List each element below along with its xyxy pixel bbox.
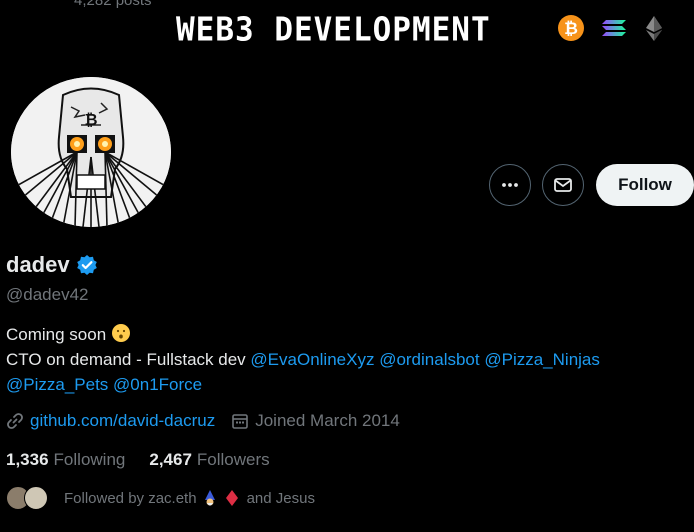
profile-avatar[interactable]: ₿	[6, 72, 176, 232]
posts-count: 4,282 posts	[74, 0, 152, 9]
more-dots-icon	[502, 183, 518, 187]
ethereum-icon	[646, 16, 662, 41]
verified-badge-icon[interactable]	[76, 254, 98, 276]
mention-pizza-ninjas[interactable]: @Pizza_Ninjas	[484, 350, 600, 369]
message-button[interactable]	[542, 164, 584, 206]
followed-by-and: and Jesus	[246, 489, 315, 507]
followed-by-text: Followed by zac.eth	[64, 489, 197, 507]
diamond-suit-icon	[225, 490, 238, 506]
profile-page: 4,282 posts WEB3 DEVELOPMENT ₿ ₿ Follow …	[0, 0, 694, 532]
profile-bio: Coming soon CTO on demand - Fullstack de…	[6, 322, 686, 397]
mention-evaonlinexyz[interactable]: @EvaOnlineXyz	[250, 350, 374, 369]
shushing-face-icon	[111, 324, 130, 342]
profile-meta: github.com/david-dacruz Joined March 201…	[6, 411, 400, 431]
solana-icon	[602, 20, 626, 36]
mention-0n1force[interactable]: @0n1Force	[113, 375, 202, 394]
wizard-icon	[204, 490, 215, 506]
bio-line-2: CTO on demand - Fullstack dev @EvaOnline…	[6, 347, 686, 397]
calendar-icon	[232, 414, 249, 429]
followers-count: 2,467	[149, 450, 192, 469]
skull-artwork: ₿	[11, 77, 171, 227]
website-link[interactable]: github.com/david-dacruz	[30, 411, 215, 431]
display-name: dadev	[6, 252, 70, 277]
following-link[interactable]: 1,336 Following	[6, 450, 125, 470]
followed-by[interactable]: Followed by zac.eth and Jesus	[6, 486, 315, 510]
svg-text:₿: ₿	[564, 19, 578, 39]
bio-role: CTO on demand - Fullstack dev	[6, 350, 246, 369]
following-label: Following	[53, 450, 126, 469]
envelope-icon	[554, 178, 572, 192]
follower-avatar	[24, 486, 48, 510]
svg-text:₿: ₿	[84, 110, 97, 129]
avatar-image: ₿	[11, 77, 171, 227]
followers-link[interactable]: 2,467 Followers	[149, 450, 269, 470]
follow-button[interactable]: Follow	[596, 164, 694, 206]
followers-label: Followers	[196, 450, 270, 469]
link-icon	[7, 413, 23, 429]
bio-line-1: Coming soon	[6, 322, 686, 347]
bio-coming-soon: Coming soon	[6, 325, 107, 344]
follower-avatars	[6, 486, 52, 510]
banner-title: WEB3 DEVELOPMENT	[176, 11, 491, 49]
profile-banner: 4,282 posts WEB3 DEVELOPMENT ₿	[0, 0, 694, 72]
mention-pizza-pets[interactable]: @Pizza_Pets	[6, 375, 108, 394]
following-count: 1,336	[6, 450, 49, 469]
more-button[interactable]	[489, 164, 531, 206]
mention-ordinalsbot[interactable]: @ordinalsbot	[379, 350, 479, 369]
display-name-row: dadev	[6, 252, 98, 278]
follow-stats: 1,336 Following 2,467 Followers	[6, 450, 270, 470]
profile-handle: @dadev42	[6, 285, 89, 304]
joined-date: Joined March 2014	[255, 411, 400, 430]
bitcoin-icon: ₿	[558, 15, 584, 41]
